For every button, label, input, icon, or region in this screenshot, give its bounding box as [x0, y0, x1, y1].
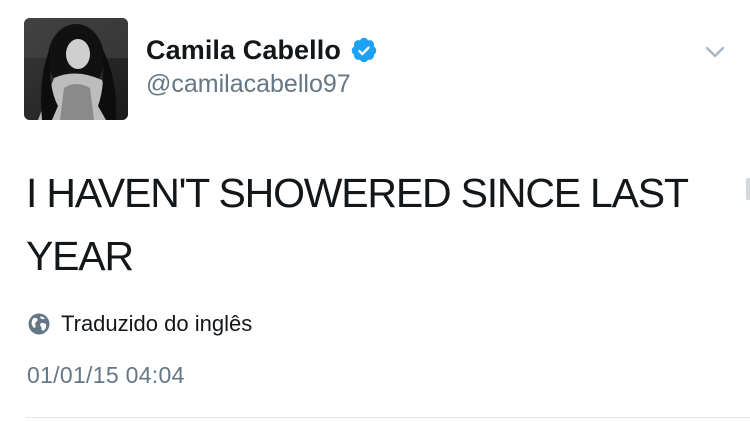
tweet-text: I HAVEN'T SHOWERED SINCE LAST YEAR — [26, 170, 688, 279]
display-name[interactable]: Camila Cabello — [146, 35, 341, 66]
tweet-timestamp: 01/01/15 04:04 — [27, 362, 185, 388]
avatar[interactable] — [24, 18, 128, 120]
translation-row[interactable]: Traduzido do inglês — [27, 309, 252, 339]
verified-badge-icon — [350, 36, 378, 64]
divider — [26, 417, 750, 418]
chevron-down-icon[interactable] — [700, 40, 730, 64]
translation-label[interactable]: Traduzido do inglês — [61, 311, 252, 337]
user-handle[interactable]: @camilacabello97 — [146, 70, 351, 99]
profile-photo-icon — [24, 18, 128, 120]
scroll-indicator — [746, 178, 750, 200]
display-name-row[interactable]: Camila Cabello — [146, 30, 378, 70]
globe-icon — [27, 312, 51, 336]
